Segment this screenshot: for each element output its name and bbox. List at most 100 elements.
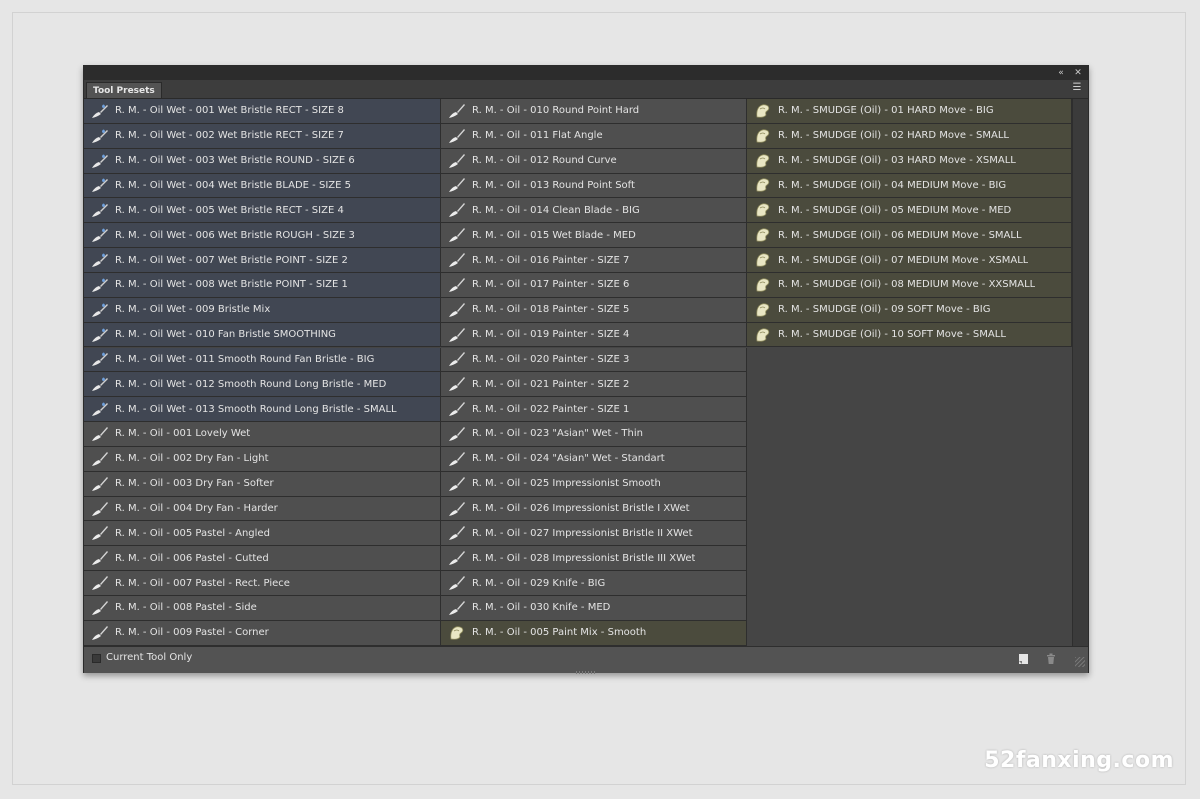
preset-row[interactable]: R. M. - Oil - 016 Painter - SIZE 7 — [441, 248, 747, 273]
brush-icon — [89, 449, 111, 469]
preset-row[interactable]: R. M. - Oil - 001 Lovely Wet — [84, 422, 441, 447]
trash-icon[interactable] — [1044, 652, 1058, 666]
preset-label: R. M. - Oil - 013 Round Point Soft — [472, 179, 635, 191]
preset-label: R. M. - Oil - 027 Impressionist Bristle … — [472, 527, 693, 539]
preset-row[interactable]: R. M. - Oil - 006 Pastel - Cutted — [84, 546, 441, 572]
preset-row[interactable]: R. M. - Oil - 029 Knife - BIG — [441, 571, 747, 596]
preset-row[interactable]: R. M. - SMUDGE (Oil) - 03 HARD Move - XS… — [747, 148, 1072, 174]
panel-resize-handle[interactable] — [576, 671, 596, 674]
preset-label: R. M. - Oil Wet - 006 Wet Bristle ROUGH … — [115, 229, 355, 241]
brush-icon — [446, 449, 468, 469]
preset-row[interactable]: R. M. - Oil - 028 Impressionist Bristle … — [441, 546, 747, 572]
preset-row[interactable]: R. M. - Oil Wet - 007 Wet Bristle POINT … — [84, 248, 441, 273]
preset-row[interactable]: R. M. - Oil - 003 Dry Fan - Softer — [84, 471, 441, 497]
mixer-brush-icon — [89, 399, 111, 419]
preset-row[interactable]: R. M. - SMUDGE (Oil) - 06 MEDIUM Move - … — [747, 223, 1072, 249]
new-preset-icon[interactable] — [1016, 652, 1030, 666]
preset-label: R. M. - SMUDGE (Oil) - 05 MEDIUM Move - … — [778, 204, 1012, 216]
preset-label: R. M. - Oil - 030 Knife - MED — [472, 602, 611, 614]
preset-row[interactable]: R. M. - SMUDGE (Oil) - 08 MEDIUM Move - … — [747, 272, 1072, 298]
preset-label: R. M. - Oil - 024 "Asian" Wet - Standart — [472, 453, 665, 465]
preset-row[interactable]: R. M. - Oil - 007 Pastel - Rect. Piece — [84, 571, 441, 596]
preset-row[interactable]: R. M. - Oil - 005 Paint Mix - Smooth — [441, 620, 747, 646]
brush-icon — [89, 474, 111, 494]
brush-icon — [446, 349, 468, 369]
close-icon[interactable]: ✕ — [1071, 66, 1085, 80]
preset-label: R. M. - SMUDGE (Oil) - 08 MEDIUM Move - … — [778, 279, 1036, 291]
preset-row[interactable]: R. M. - Oil - 021 Painter - SIZE 2 — [441, 372, 747, 398]
preset-row[interactable]: R. M. - Oil - 008 Pastel - Side — [84, 596, 441, 621]
brush-icon — [89, 548, 111, 568]
preset-label: R. M. - SMUDGE (Oil) - 09 SOFT Move - BI… — [778, 304, 991, 316]
preset-row[interactable]: R. M. - Oil - 024 "Asian" Wet - Standart — [441, 446, 747, 472]
brush-icon — [89, 598, 111, 618]
preset-label: R. M. - Oil Wet - 011 Smooth Round Fan B… — [115, 353, 375, 365]
preset-row[interactable]: R. M. - Oil Wet - 009 Bristle Mix — [84, 297, 441, 323]
preset-row[interactable]: R. M. - Oil - 030 Knife - MED — [441, 596, 747, 621]
brush-icon — [446, 175, 468, 195]
preset-label: R. M. - Oil Wet - 009 Bristle Mix — [115, 304, 271, 316]
brush-icon — [446, 126, 468, 146]
preset-row[interactable]: R. M. - Oil - 018 Painter - SIZE 5 — [441, 297, 747, 323]
preset-row[interactable]: R. M. - Oil - 023 "Asian" Wet - Thin — [441, 422, 747, 447]
preset-row[interactable]: R. M. - Oil - 014 Clean Blade - BIG — [441, 198, 747, 224]
preset-row[interactable]: R. M. - Oil Wet - 010 Fan Bristle SMOOTH… — [84, 322, 441, 348]
resize-grip[interactable] — [1075, 657, 1085, 667]
brush-icon — [89, 523, 111, 543]
smudge-finger-icon — [752, 175, 774, 195]
preset-label: R. M. - Oil - 005 Pastel - Angled — [115, 527, 270, 539]
panel-menu-icon[interactable]: ☰ — [1070, 82, 1084, 94]
preset-row[interactable]: R. M. - Oil - 002 Dry Fan - Light — [84, 446, 441, 472]
preset-row[interactable]: R. M. - SMUDGE (Oil) - 04 MEDIUM Move - … — [747, 173, 1072, 199]
preset-row[interactable]: R. M. - Oil Wet - 008 Wet Bristle POINT … — [84, 272, 441, 298]
preset-row[interactable]: R. M. - Oil - 005 Pastel - Angled — [84, 521, 441, 547]
preset-row[interactable]: R. M. - Oil - 026 Impressionist Bristle … — [441, 496, 747, 522]
preset-row[interactable]: R. M. - Oil - 011 Flat Angle — [441, 123, 747, 149]
preset-label: R. M. - Oil Wet - 007 Wet Bristle POINT … — [115, 254, 348, 266]
preset-row[interactable]: R. M. - Oil Wet - 005 Wet Bristle RECT -… — [84, 198, 441, 224]
preset-row[interactable]: R. M. - SMUDGE (Oil) - 07 MEDIUM Move - … — [747, 248, 1072, 273]
preset-row[interactable]: R. M. - Oil - 004 Dry Fan - Harder — [84, 496, 441, 522]
double-chevron-left-icon[interactable]: « — [1054, 66, 1068, 80]
preset-row[interactable]: R. M. - SMUDGE (Oil) - 01 HARD Move - BI… — [747, 99, 1072, 124]
smudge-finger-icon — [446, 623, 468, 643]
preset-label: R. M. - Oil - 021 Painter - SIZE 2 — [472, 378, 630, 390]
brush-icon — [446, 548, 468, 568]
preset-label: R. M. - Oil - 022 Painter - SIZE 1 — [472, 403, 630, 415]
preset-row[interactable]: R. M. - Oil - 022 Painter - SIZE 1 — [441, 397, 747, 423]
preset-label: R. M. - Oil - 012 Round Curve — [472, 155, 617, 167]
preset-row[interactable]: R. M. - SMUDGE (Oil) - 02 HARD Move - SM… — [747, 123, 1072, 149]
preset-row[interactable]: R. M. - Oil - 015 Wet Blade - MED — [441, 223, 747, 249]
preset-row[interactable]: R. M. - Oil Wet - 001 Wet Bristle RECT -… — [84, 99, 441, 124]
preset-row[interactable]: R. M. - Oil - 010 Round Point Hard — [441, 99, 747, 124]
watermark: 52fanxing.com — [984, 748, 1174, 773]
tab-tool-presets[interactable]: Tool Presets — [86, 82, 162, 98]
preset-row[interactable]: R. M. - Oil - 020 Painter - SIZE 3 — [441, 347, 747, 373]
preset-row[interactable]: R. M. - Oil - 027 Impressionist Bristle … — [441, 521, 747, 547]
preset-row[interactable]: R. M. - Oil - 013 Round Point Soft — [441, 173, 747, 199]
preset-row[interactable]: R. M. - Oil Wet - 002 Wet Bristle RECT -… — [84, 123, 441, 149]
presets-list: R. M. - Oil Wet - 001 Wet Bristle RECT -… — [84, 99, 1088, 646]
preset-row[interactable]: R. M. - SMUDGE (Oil) - 10 SOFT Move - SM… — [747, 322, 1072, 348]
preset-label: R. M. - Oil - 004 Dry Fan - Harder — [115, 503, 278, 515]
preset-row[interactable]: R. M. - Oil Wet - 011 Smooth Round Fan B… — [84, 347, 441, 373]
preset-row[interactable]: R. M. - Oil Wet - 013 Smooth Round Long … — [84, 397, 441, 423]
preset-row[interactable]: R. M. - Oil - 025 Impressionist Smooth — [441, 471, 747, 497]
preset-row[interactable]: R. M. - Oil Wet - 003 Wet Bristle ROUND … — [84, 148, 441, 174]
preset-row[interactable]: R. M. - Oil - 019 Painter - SIZE 4 — [441, 322, 747, 348]
preset-label: R. M. - Oil Wet - 012 Smooth Round Long … — [115, 378, 387, 390]
smudge-finger-icon — [752, 225, 774, 245]
current-tool-only-checkbox[interactable] — [92, 654, 101, 663]
scrollbar[interactable] — [1072, 99, 1088, 646]
preset-row[interactable]: R. M. - SMUDGE (Oil) - 05 MEDIUM Move - … — [747, 198, 1072, 224]
preset-label: R. M. - Oil Wet - 002 Wet Bristle RECT -… — [115, 130, 344, 142]
preset-label: R. M. - SMUDGE (Oil) - 04 MEDIUM Move - … — [778, 179, 1007, 191]
preset-row[interactable]: R. M. - Oil - 009 Pastel - Corner — [84, 620, 441, 646]
preset-row[interactable]: R. M. - Oil Wet - 004 Wet Bristle BLADE … — [84, 173, 441, 199]
preset-row[interactable]: R. M. - Oil - 012 Round Curve — [441, 148, 747, 174]
preset-row[interactable]: R. M. - Oil - 017 Painter - SIZE 6 — [441, 272, 747, 298]
preset-row[interactable]: R. M. - SMUDGE (Oil) - 09 SOFT Move - BI… — [747, 297, 1072, 323]
preset-label: R. M. - Oil - 006 Pastel - Cutted — [115, 552, 269, 564]
preset-row[interactable]: R. M. - Oil Wet - 006 Wet Bristle ROUGH … — [84, 223, 441, 249]
preset-row[interactable]: R. M. - Oil Wet - 012 Smooth Round Long … — [84, 372, 441, 398]
